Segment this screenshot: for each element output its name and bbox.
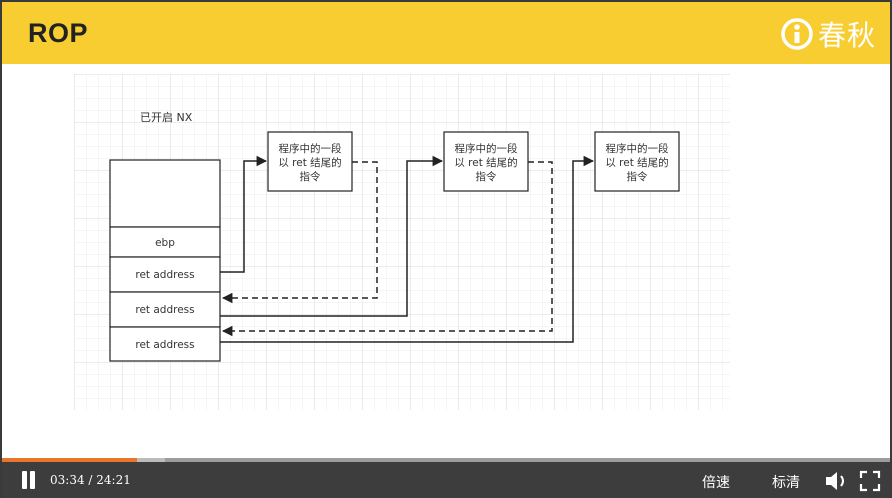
brand-text: 春秋 (817, 19, 876, 52)
stack-cell-empty (109, 159, 221, 228)
slide-title: ROP (28, 18, 89, 48)
nx-label: 已开启 NX (140, 111, 193, 124)
rop-diagram: 已开启 NX ebp ret address ret address ret a… (74, 74, 730, 410)
stack-label-ret-3: ret address (135, 339, 194, 351)
gadget-1-line-3: 指令 (300, 170, 321, 183)
pause-button[interactable] (20, 471, 38, 491)
gadget-3-line-1: 程序中的一段 (606, 142, 669, 155)
ichunqiu-logo-icon (781, 18, 813, 50)
speed-button[interactable]: 倍速 (702, 472, 730, 492)
gadget-2-line-1: 程序中的一段 (455, 142, 518, 155)
video-player-controls: 03:34 / 24:21 倍速 标清 (2, 458, 890, 498)
brand-logo: 春秋 (780, 16, 876, 52)
pause-icon-bar (22, 471, 27, 489)
stack-label-ebp: ebp (155, 237, 175, 249)
progress-played (2, 458, 137, 462)
gadget-1-line-1: 程序中的一段 (279, 142, 342, 155)
gadget-3-line-3: 指令 (627, 170, 648, 183)
stack-label-ret-1: ret address (135, 269, 194, 281)
gadget-3-line-2: 以 ret 结尾的 (605, 156, 668, 169)
playback-time: 03:34 / 24:21 (50, 473, 131, 487)
gadget-1-line-2: 以 ret 结尾的 (278, 156, 341, 169)
gadget-2-line-3: 指令 (476, 170, 497, 183)
stack-label-ret-2: ret address (135, 304, 194, 316)
quality-button[interactable]: 标清 (772, 472, 800, 492)
progress-bar[interactable] (2, 458, 890, 462)
slide-header: ROP 春秋 (2, 2, 890, 64)
video-frame: ROP 春秋 已开启 NX ebp ret address ret addres… (0, 0, 892, 498)
pause-icon-bar (30, 471, 35, 489)
slide: ROP 春秋 已开启 NX ebp ret address ret addres… (2, 2, 890, 458)
stack (109, 159, 221, 362)
gadget-2-line-2: 以 ret 结尾的 (454, 156, 517, 169)
fullscreen-icon[interactable] (859, 470, 881, 492)
volume-icon[interactable] (824, 470, 848, 492)
